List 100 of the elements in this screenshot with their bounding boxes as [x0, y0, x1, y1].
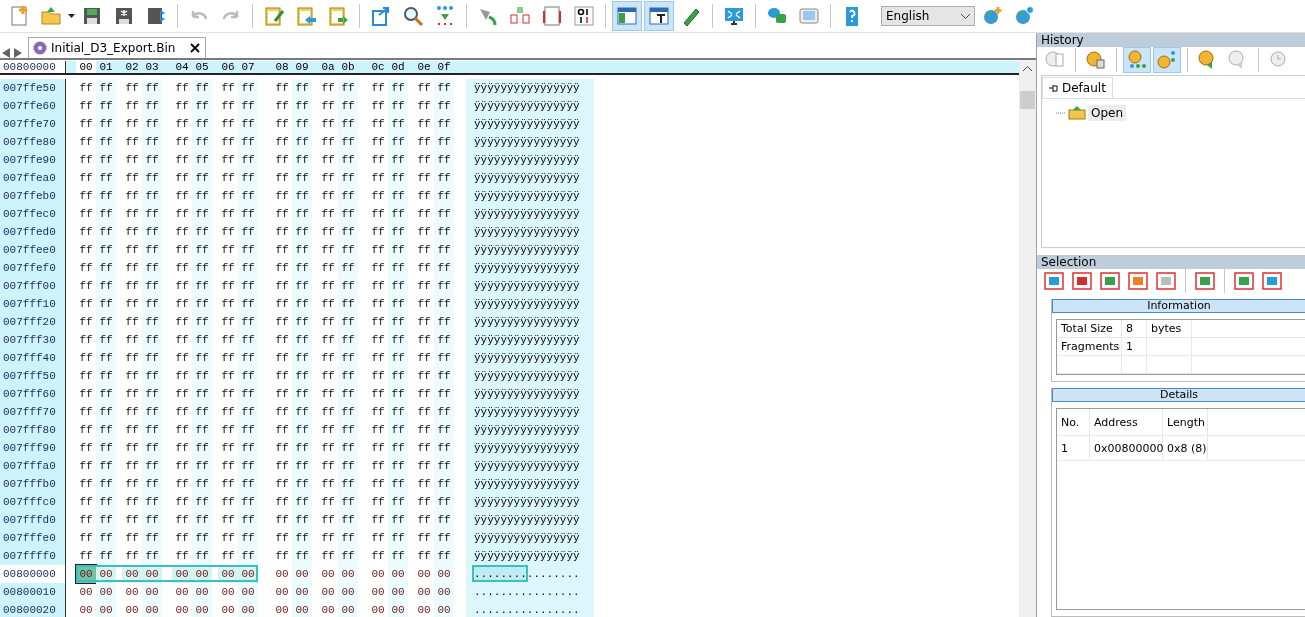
hex-byte: ff [78, 225, 94, 240]
hex-byte: ff [388, 205, 408, 223]
hex-byte: ff [174, 261, 190, 276]
hex-byte: ff [292, 313, 312, 331]
hex-byte: ff [388, 457, 408, 475]
hex-byte: ff [292, 511, 312, 529]
chevron-down-icon [961, 13, 970, 19]
hex-byte: ff [238, 133, 258, 151]
hex-byte: ff [192, 241, 212, 259]
hex-byte: ff [78, 279, 94, 294]
tree-line-icon [1056, 112, 1066, 114]
hex-byte: 00 [238, 583, 258, 601]
hex-byte: ff [416, 423, 432, 438]
hex-byte: ff [274, 513, 290, 528]
hex-byte: ff [124, 351, 140, 366]
hex-byte: ff [416, 495, 432, 510]
hex-byte: ff [124, 225, 140, 240]
column-header: 08 [274, 61, 290, 73]
chevron-up-icon[interactable] [1023, 66, 1032, 71]
row-address: 007fff40 [0, 349, 66, 367]
hex-byte: ff [174, 549, 190, 564]
hex-byte: ff [434, 151, 454, 169]
hex-byte: ff [192, 115, 212, 133]
hex-byte: ff [434, 277, 454, 295]
hex-byte: ff [292, 115, 312, 133]
hex-byte: ff [142, 331, 162, 349]
hex-byte: ff [338, 115, 358, 133]
ascii-text: ÿÿÿÿÿÿÿÿÿÿÿÿÿÿÿÿ [466, 169, 594, 187]
window-button[interactable] [612, 1, 642, 31]
row-address: 007fffc0 [0, 493, 66, 511]
hex-byte: 00 [388, 583, 408, 601]
hex-byte: ff [434, 331, 454, 349]
hex-byte: ff [434, 295, 454, 313]
hex-byte: ff [124, 243, 140, 258]
hex-byte: ff [416, 243, 432, 258]
hex-byte: ff [78, 207, 94, 222]
hex-byte: ff [338, 421, 358, 439]
ascii-text: ÿÿÿÿÿÿÿÿÿÿÿÿÿÿÿÿ [466, 79, 594, 97]
hex-byte: ff [416, 405, 432, 420]
hex-byte: ff [142, 439, 162, 457]
hex-byte: ff [388, 547, 408, 565]
globe-plus-icon [981, 5, 1003, 27]
hex-byte: ff [174, 495, 190, 510]
hex-byte: 00 [370, 603, 386, 617]
ascii-text: ÿÿÿÿÿÿÿÿÿÿÿÿÿÿÿÿ [466, 295, 594, 313]
ascii-text: ÿÿÿÿÿÿÿÿÿÿÿÿÿÿÿÿ [466, 475, 594, 493]
hex-byte: ff [238, 277, 258, 295]
history-tab[interactable]: Default [1042, 77, 1113, 98]
vertical-scrollbar[interactable] [1019, 60, 1036, 617]
hex-byte: ff [338, 529, 358, 547]
ascii-text: ÿÿÿÿÿÿÿÿÿÿÿÿÿÿÿÿ [466, 277, 594, 295]
hex-byte: ff [320, 441, 336, 456]
language-dropdown[interactable]: English [881, 6, 975, 26]
hex-byte: ff [370, 117, 386, 132]
hex-byte: 00 [416, 585, 432, 600]
hex-byte: ff [238, 385, 258, 403]
hex-byte: 00 [338, 583, 358, 601]
hex-byte: ff [274, 225, 290, 240]
hex-byte: 00 [320, 585, 336, 600]
folder-icon [40, 5, 62, 27]
hex-byte: ff [142, 277, 162, 295]
hex-byte: ff [338, 241, 358, 259]
hex-byte: ff [370, 513, 386, 528]
hex-byte: ff [174, 225, 190, 240]
hex-byte: ff [220, 405, 236, 420]
hex-byte: 00 [416, 603, 432, 617]
ascii-text: ÿÿÿÿÿÿÿÿÿÿÿÿÿÿÿÿ [466, 241, 594, 259]
hex-byte: ff [220, 81, 236, 96]
history-item[interactable]: Open [1088, 105, 1127, 121]
binary-icon [573, 5, 595, 27]
hex-byte: ff [370, 171, 386, 186]
hex-byte: ff [338, 385, 358, 403]
ascii-text: ÿÿÿÿÿÿÿÿÿÿÿÿÿÿÿÿ [466, 259, 594, 277]
hex-byte: ff [124, 441, 140, 456]
close-icon[interactable] [189, 43, 202, 53]
scrollbar-thumb[interactable] [1020, 91, 1035, 109]
hex-byte: ff [388, 493, 408, 511]
tab-scroll-arrows-icon[interactable] [2, 48, 24, 58]
table-cell: bytes [1147, 320, 1192, 337]
hex-byte: ff [124, 207, 140, 222]
hex-byte: ff [142, 367, 162, 385]
hex-byte: ff [124, 423, 140, 438]
window-text-button[interactable] [644, 1, 674, 31]
column-header: Length [1163, 409, 1208, 435]
hex-byte: ff [124, 297, 140, 312]
hex-byte: ff [96, 403, 116, 421]
row-address: 007fff20 [0, 313, 66, 331]
column-header: 01 [98, 61, 114, 73]
hex-byte: ff [142, 475, 162, 493]
row-address: 00800010 [0, 583, 66, 601]
panel-title: Selection [1037, 255, 1305, 269]
hex-byte: ff [142, 97, 162, 115]
hex-byte: ff [292, 421, 312, 439]
hex-byte: ff [434, 313, 454, 331]
caret-icon[interactable] [68, 14, 75, 18]
hex-byte: ff [292, 547, 312, 565]
file-tab[interactable]: Initial_D3_Export.Bin [28, 37, 207, 58]
hex-byte: ff [388, 367, 408, 385]
hex-byte: ff [124, 477, 140, 492]
hex-byte: ff [338, 151, 358, 169]
